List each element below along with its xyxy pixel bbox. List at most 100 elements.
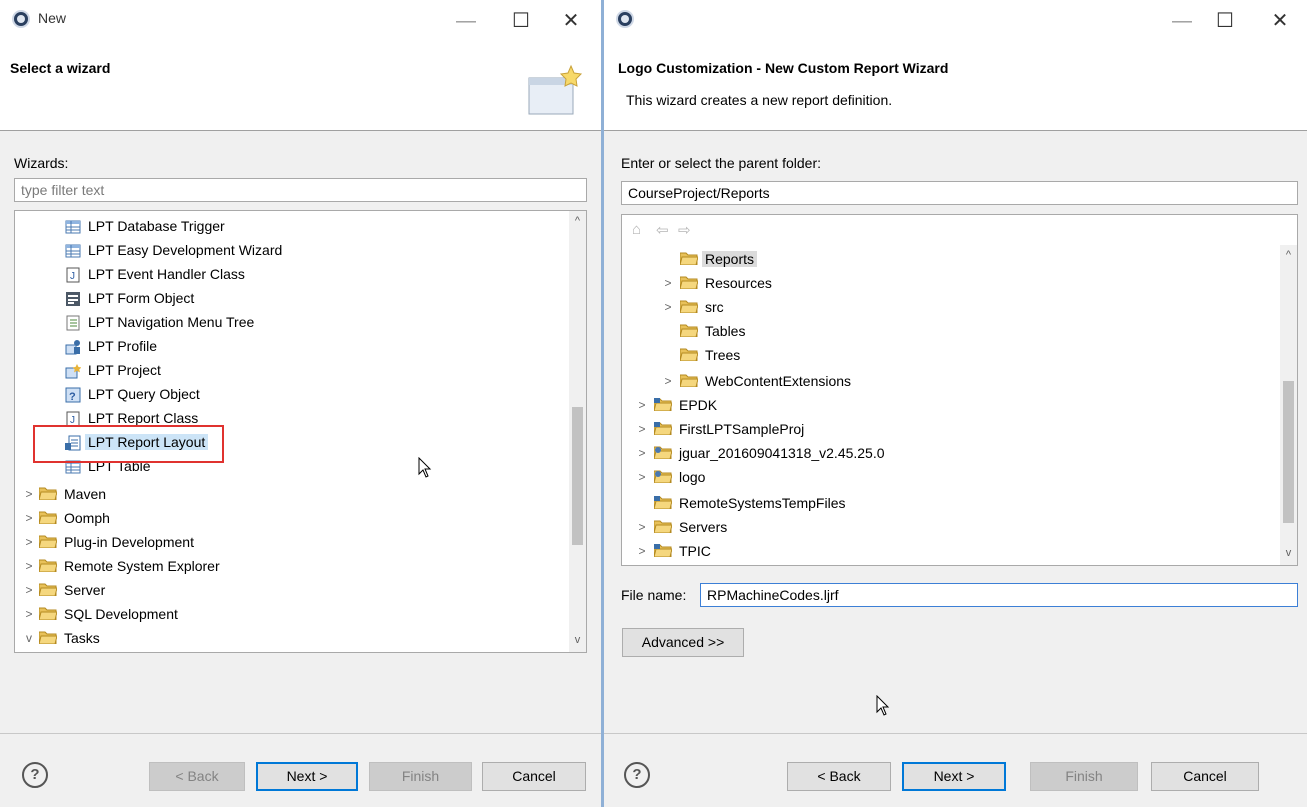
- tree-item[interactable]: LPT Profile: [65, 334, 160, 358]
- table-icon: [65, 242, 81, 258]
- chevron-right-icon[interactable]: >: [636, 441, 648, 465]
- scroll-up-icon[interactable]: ^: [1280, 249, 1297, 261]
- new-wizard-window: New — ☐ ✕ Select a wizard Wizards: LPT D…: [0, 0, 601, 807]
- project-folder-icon: [654, 496, 672, 509]
- tree-item[interactable]: LPT Database Trigger: [65, 214, 228, 238]
- cancel-button[interactable]: Cancel: [482, 762, 586, 791]
- next-button[interactable]: Next >: [902, 762, 1006, 791]
- chevron-right-icon[interactable]: >: [636, 465, 648, 489]
- svg-text:J: J: [70, 271, 75, 282]
- minimize-button[interactable]: —: [1162, 6, 1202, 36]
- window-title: New: [38, 10, 67, 26]
- maximize-button[interactable]: ☐: [1205, 6, 1245, 36]
- back-button[interactable]: < Back: [787, 762, 891, 791]
- close-button[interactable]: ✕: [551, 6, 591, 36]
- chevron-right-icon[interactable]: >: [23, 578, 35, 602]
- tree-item[interactable]: > logo: [636, 465, 708, 489]
- vertical-scrollbar[interactable]: ^ v: [1280, 245, 1297, 565]
- chevron-right-icon[interactable]: >: [23, 554, 35, 578]
- tree-item[interactable]: > SQL Development: [23, 602, 181, 626]
- tree-item[interactable]: > TPIC: [636, 539, 714, 563]
- tree-item[interactable]: > Maven: [23, 482, 109, 506]
- folder-open-icon: [39, 631, 57, 644]
- tree-item[interactable]: > Remote System Explorer: [23, 554, 223, 578]
- form-icon: [65, 290, 81, 306]
- tree-item[interactable]: Trees: [680, 343, 743, 367]
- folder-icon: [39, 559, 57, 572]
- tree-item[interactable]: > Oomph: [23, 506, 113, 530]
- chevron-right-icon[interactable]: >: [23, 602, 35, 626]
- forward-arrow-icon[interactable]: ⇨: [678, 221, 691, 239]
- tree-item[interactable]: > Plug-in Development: [23, 530, 197, 554]
- tree-item[interactable]: RemoteSystemsTempFiles: [654, 491, 849, 515]
- vertical-scrollbar[interactable]: ^ v: [569, 211, 586, 652]
- finish-button[interactable]: Finish: [1030, 762, 1138, 791]
- tree-item[interactable]: > jguar_201609041318_v2.45.25.0: [636, 441, 888, 465]
- wizard-header: Logo Customization - New Custom Report W…: [604, 42, 1307, 131]
- chevron-right-icon[interactable]: >: [636, 539, 648, 563]
- tree-item[interactable]: LPT Navigation Menu Tree: [65, 310, 257, 334]
- file-name-input[interactable]: [700, 583, 1298, 607]
- tree-item[interactable]: > Servers: [636, 515, 730, 539]
- help-icon[interactable]: ?: [22, 762, 48, 788]
- tree-item[interactable]: LPT Project: [65, 358, 164, 382]
- tree-item[interactable]: > WebContentExtensions: [662, 369, 854, 393]
- chevron-right-icon[interactable]: >: [23, 530, 35, 554]
- chevron-right-icon[interactable]: >: [23, 482, 35, 506]
- tree-item[interactable]: > FirstLPTSampleProj: [636, 417, 807, 441]
- menu-tree-icon: [65, 314, 81, 331]
- tree-item[interactable]: LPT Form Object: [65, 286, 197, 310]
- maximize-button[interactable]: ☐: [501, 6, 541, 36]
- chevron-right-icon[interactable]: >: [662, 295, 674, 319]
- cancel-button[interactable]: Cancel: [1151, 762, 1259, 791]
- page-title: Logo Customization - New Custom Report W…: [618, 60, 949, 76]
- highlight-box: [33, 425, 224, 463]
- tree-item-selected[interactable]: Reports: [680, 247, 758, 271]
- chevron-right-icon[interactable]: >: [662, 271, 674, 295]
- back-arrow-icon[interactable]: ⇦: [656, 221, 669, 239]
- advanced-button[interactable]: Advanced >>: [622, 628, 744, 657]
- mouse-cursor-icon: [876, 695, 890, 716]
- folder-tree[interactable]: ⌂ ⇦ ⇨ Reports > Resources > src Tables T…: [621, 214, 1298, 566]
- chevron-down-icon[interactable]: v: [23, 626, 35, 650]
- chevron-right-icon[interactable]: >: [23, 506, 35, 530]
- tree-item[interactable]: ? LPT Query Object: [65, 382, 203, 406]
- tree-item[interactable]: LPT Easy Development Wizard: [65, 238, 285, 262]
- tree-item[interactable]: Tables: [680, 319, 748, 343]
- java-class-icon: J: [65, 266, 81, 283]
- scrollbar-thumb[interactable]: [1283, 381, 1294, 523]
- folder-icon: [680, 374, 698, 387]
- wizards-label: Wizards:: [14, 155, 69, 171]
- home-icon[interactable]: ⌂: [632, 221, 641, 238]
- tree-item[interactable]: > EPDK: [636, 393, 720, 417]
- filter-input[interactable]: [14, 178, 587, 202]
- finish-button[interactable]: Finish: [369, 762, 472, 791]
- folder-icon: [39, 607, 57, 620]
- project-folder-icon: [654, 398, 672, 411]
- scroll-up-icon[interactable]: ^: [569, 215, 586, 227]
- chevron-right-icon[interactable]: >: [636, 393, 648, 417]
- chevron-right-icon[interactable]: >: [636, 417, 648, 441]
- minimize-button[interactable]: —: [446, 6, 486, 36]
- footer-separator: [0, 733, 601, 734]
- tree-item[interactable]: v Tasks: [23, 626, 103, 650]
- scroll-down-icon[interactable]: v: [1280, 547, 1297, 559]
- back-button[interactable]: < Back: [149, 762, 245, 791]
- next-button[interactable]: Next >: [256, 762, 358, 791]
- chevron-right-icon[interactable]: >: [662, 369, 674, 393]
- page-title: Select a wizard: [10, 60, 111, 76]
- help-icon[interactable]: ?: [624, 762, 650, 788]
- scrollbar-thumb[interactable]: [572, 407, 583, 545]
- tree-item[interactable]: > Resources: [662, 271, 775, 295]
- query-icon: ?: [65, 386, 81, 403]
- tree-item[interactable]: > Server: [23, 578, 108, 602]
- folder-open-icon: [680, 252, 698, 265]
- tree-item[interactable]: > src: [662, 295, 727, 319]
- project-folder-icon: [654, 446, 672, 459]
- folder-icon: [680, 276, 698, 289]
- parent-folder-input[interactable]: [621, 181, 1298, 205]
- close-button[interactable]: ✕: [1260, 6, 1300, 36]
- scroll-down-icon[interactable]: v: [569, 634, 586, 646]
- tree-item[interactable]: J LPT Event Handler Class: [65, 262, 248, 286]
- chevron-right-icon[interactable]: >: [636, 515, 648, 539]
